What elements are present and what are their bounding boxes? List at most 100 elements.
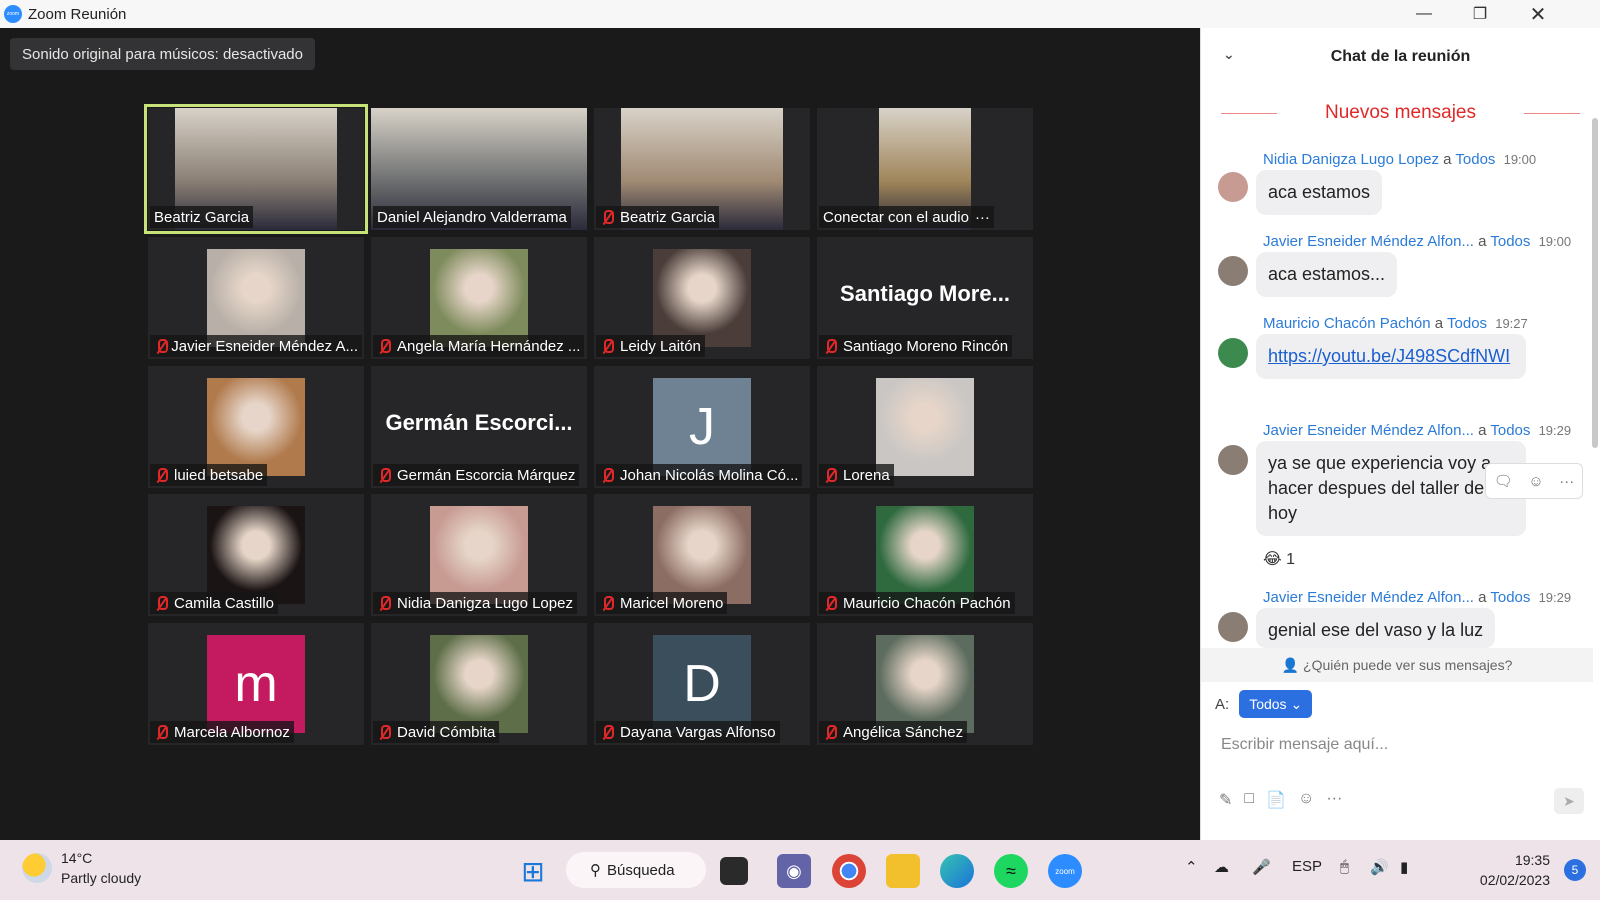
participant-name-label: Angela María Hernández ... [373, 335, 585, 357]
recipient-row: A: Todos ⌄ [1215, 690, 1313, 718]
participant-tile[interactable]: Santiago More... Santiago Moreno Rincón [817, 237, 1033, 359]
to-label: A: [1215, 695, 1230, 713]
sender-name[interactable]: Nidia Danigza Lugo Lopez [1263, 151, 1439, 168]
emoji-icon[interactable]: ☺ [1298, 790, 1314, 810]
file-explorer-icon[interactable] [886, 854, 920, 888]
recipient[interactable]: Todos [1490, 233, 1530, 250]
laugh-emoji-icon: 😂 [1263, 551, 1282, 568]
message-bubble[interactable]: aca estamos... [1256, 252, 1398, 297]
minimize-button[interactable]: — [1396, 0, 1452, 28]
participant-tile[interactable]: Beatriz Garcia [144, 104, 368, 234]
participant-name: Maricel Moreno [620, 594, 724, 612]
restore-button[interactable]: ❐ [1452, 0, 1508, 28]
participant-tile[interactable]: Conectar con el audio ··· [817, 108, 1033, 230]
chevron-up-icon[interactable]: ⌃ [1185, 858, 1198, 876]
participant-tile[interactable]: luied betsabe [148, 366, 364, 488]
message-bubble[interactable]: genial ese del vaso y la luz [1256, 608, 1496, 648]
participant-tile[interactable]: Camila Castillo [148, 494, 364, 616]
profile-picture [430, 506, 528, 604]
recipient-dropdown[interactable]: Todos ⌄ [1239, 690, 1313, 718]
recipient[interactable]: Todos [1490, 422, 1530, 439]
recipient[interactable]: Todos [1455, 151, 1495, 168]
weather-widget[interactable]: 14°C Partly cloudy [22, 848, 141, 888]
chevron-down-icon[interactable]: ⌄ [1223, 46, 1235, 63]
spotify-icon[interactable]: ≈ [994, 854, 1028, 888]
more-icon[interactable]: ··· [1326, 790, 1342, 810]
send-button[interactable]: ➤ [1554, 788, 1584, 814]
sender-name[interactable]: Javier Esneider Méndez Alfon... [1263, 233, 1474, 250]
message-input[interactable] [1221, 730, 1581, 760]
sender-name[interactable]: Mauricio Chacón Pachón [1263, 315, 1431, 332]
participant-name: Beatriz Garcia [620, 208, 716, 226]
edge-icon[interactable] [940, 854, 974, 888]
participant-tile[interactable]: Angélica Sánchez [817, 623, 1033, 745]
language-indicator[interactable]: ESP [1292, 858, 1322, 875]
chat-title: Chat de la reunión [1330, 48, 1471, 65]
participant-tile[interactable]: Mauricio Chacón Pachón [817, 494, 1033, 616]
teams-chat-icon[interactable]: ◉ [777, 854, 811, 888]
notification-badge[interactable]: 5 [1564, 859, 1586, 881]
task-view-icon[interactable] [720, 857, 748, 885]
sender-name[interactable]: Javier Esneider Méndez Alfon... [1263, 589, 1474, 606]
participant-tile[interactable]: J Johan Nicolás Molina Có... [594, 366, 810, 488]
participant-name-label: David Cómbita [373, 721, 500, 743]
recipient[interactable]: Todos [1490, 589, 1530, 606]
participant-tile[interactable]: Lorena [817, 366, 1033, 488]
participant-name-label: Nidia Danigza Lugo Lopez [373, 592, 577, 614]
message-link[interactable]: https://youtu.be/J498SCdfNWI [1268, 346, 1510, 366]
screenshot-icon[interactable]: □ [1244, 790, 1254, 810]
participant-tile[interactable]: Leidy Laitón [594, 237, 810, 359]
participant-tile[interactable]: Nidia Danigza Lugo Lopez [371, 494, 587, 616]
clock[interactable]: 19:35 02/02/2023 [1480, 850, 1550, 890]
more-icon[interactable]: ··· [1559, 473, 1574, 490]
mic-muted-icon [823, 467, 837, 483]
taskbar-search[interactable]: ⚲ Búsqueda [566, 852, 706, 888]
original-sound-banner: Sonido original para músicos: desactivad… [10, 38, 315, 70]
microphone-icon[interactable]: 🎤 [1252, 858, 1271, 876]
weather-temp: 14°C [61, 850, 93, 866]
participant-tile[interactable]: Angela María Hernández ... [371, 237, 587, 359]
message-bubble[interactable]: aca estamos [1256, 170, 1383, 215]
chrome-icon[interactable] [832, 854, 866, 888]
network-icon[interactable]: 🖱 [1340, 858, 1349, 875]
participant-tile[interactable]: David Cómbita [371, 623, 587, 745]
to-word: a [1478, 422, 1487, 439]
format-icon[interactable]: ✎ [1219, 790, 1232, 810]
participant-name-label: Germán Escorcia Márquez [373, 464, 580, 486]
close-button[interactable]: ✕ [1510, 0, 1566, 28]
reply-icon[interactable]: 🗨 [1494, 472, 1513, 490]
participant-tile[interactable]: Maricel Moreno [594, 494, 810, 616]
participant-tile[interactable]: m Marcela Albornoz [148, 623, 364, 745]
chat-toolbar: ✎ □ 📄 ☺ ··· [1219, 790, 1342, 810]
file-icon[interactable]: 📄 [1266, 790, 1286, 810]
sender-name[interactable]: Javier Esneider Méndez Alfon... [1263, 422, 1474, 439]
more-options-icon[interactable]: ··· [975, 209, 990, 226]
add-reaction-icon[interactable]: ☺ [1528, 473, 1543, 490]
participant-tile[interactable]: D Dayana Vargas Alfonso [594, 623, 810, 745]
avatar [1218, 338, 1248, 368]
participant-name: Marcela Albornoz [174, 723, 290, 741]
participant-tile[interactable]: Beatriz Garcia [594, 108, 810, 230]
search-icon: ⚲ [590, 862, 601, 879]
participant-name-label: Daniel Alejandro Valderrama [373, 206, 571, 228]
participant-name: Lorena [843, 466, 890, 484]
participant-name: Leidy Laitón [620, 337, 701, 355]
visibility-text: ¿Quién puede ver sus mensajes? [1303, 657, 1513, 673]
reaction-chip[interactable]: 😂 1 [1263, 549, 1295, 569]
participant-tile[interactable]: Daniel Alejandro Valderrama [371, 108, 587, 230]
battery-icon[interactable]: ▮ [1400, 858, 1408, 876]
chat-scrollbar[interactable] [1592, 118, 1598, 448]
search-label: Búsqueda [607, 861, 675, 879]
recipient[interactable]: Todos [1447, 315, 1487, 332]
participant-name-label: Dayana Vargas Alfonso [596, 721, 780, 743]
participant-tile[interactable]: Javier Esneider Méndez A... [148, 237, 364, 359]
chevron-down-icon: ⌄ [1290, 695, 1303, 712]
onedrive-icon[interactable]: ☁ [1214, 858, 1229, 876]
zoom-taskbar-icon[interactable]: zoom [1048, 854, 1082, 888]
windows-start-icon[interactable]: ⊞ [516, 854, 550, 888]
participant-tile[interactable]: Germán Escorci... Germán Escorcia Márquez [371, 366, 587, 488]
volume-icon[interactable]: 🔊 [1370, 858, 1389, 876]
visibility-notice[interactable]: 👤 ¿Quién puede ver sus mensajes? [1201, 648, 1593, 682]
participant-name-label: luied betsabe [150, 464, 268, 486]
message-text: genial ese del vaso y la luz [1268, 620, 1484, 640]
